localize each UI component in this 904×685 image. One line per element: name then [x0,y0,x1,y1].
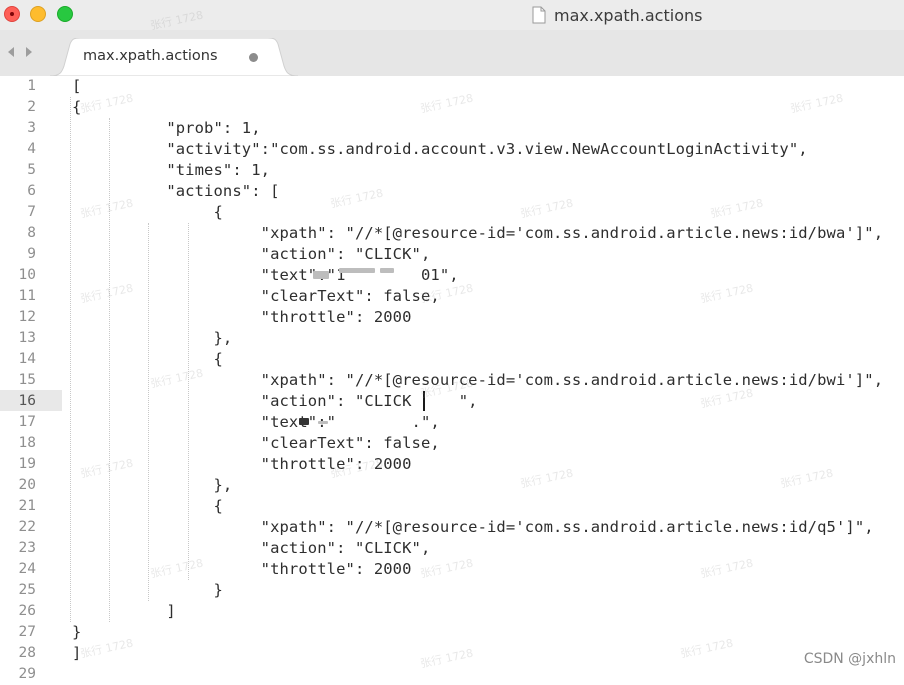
line-number: 8 [27,225,36,241]
tab-label: max.xpath.actions [83,48,218,64]
redaction-mark [318,421,328,424]
line-number: 9 [27,246,36,262]
code-line[interactable]: "activity":"com.ss.android.account.v3.vi… [72,139,808,160]
text-caret [423,391,425,411]
line-number: 23 [18,540,36,556]
code-line[interactable]: { [72,349,223,370]
redaction-mark [380,268,394,273]
code-editor[interactable]: 1 2 3 4 5 6 7 8 9 10 11 12 13 14 15 16 17 18 19 20 21 22 23 24 2… [0,76,904,682]
code-line[interactable]: ] [72,643,81,664]
line-number: 20 [18,477,36,493]
line-number: 13 [18,330,36,346]
code-line[interactable]: "xpath": "//*[@resource-id='com.ss.andro… [72,370,883,391]
line-number: 2 [27,99,36,115]
tab-navigation [5,44,35,58]
line-number: 15 [18,372,36,388]
line-number-gutter: 1 2 3 4 5 6 7 8 9 10 11 12 13 14 15 16 17 18 19 20 21 22 23 24 2… [0,76,62,682]
code-line[interactable]: "text":" .", [72,412,440,433]
line-number: 26 [18,603,36,619]
code-line[interactable]: "prob": 1, [72,118,261,139]
code-line[interactable]: "clearText": false, [72,433,440,454]
code-line[interactable]: } [72,622,81,643]
line-number: 28 [18,645,36,661]
tab-max-xpath-actions[interactable]: max.xpath.actions [50,38,298,76]
previous-tab-icon[interactable] [5,44,17,58]
csdn-credit: CSDN @jxhln [803,651,896,667]
line-number: 12 [18,309,36,325]
code-line[interactable]: "action": "CLICK ", [72,391,478,412]
line-number: 17 [18,414,36,430]
zoom-window-button[interactable] [57,6,73,22]
window-title: max.xpath.actions [532,4,702,26]
code-line[interactable]: }, [72,475,232,496]
code-line[interactable]: "action": "CLICK", [72,244,431,265]
code-line[interactable]: "throttle": 2000 [72,454,412,475]
code-line[interactable]: }, [72,328,232,349]
redaction-mark [313,271,329,279]
line-number: 6 [27,183,36,199]
code-line[interactable]: "throttle": 2000 [72,307,412,328]
line-number: 19 [18,456,36,472]
code-line[interactable]: "throttle": 2000 [72,559,412,580]
line-number: 21 [18,498,36,514]
next-tab-icon[interactable] [23,44,35,58]
minimize-window-button[interactable] [30,6,46,22]
code-line[interactable]: "times": 1, [72,160,270,181]
line-number: 16 [18,393,36,409]
code-line[interactable]: { [72,496,223,517]
redaction-mark [299,418,309,425]
indent-guide [70,97,71,622]
unsaved-dot-icon[interactable] [249,53,258,62]
line-number: 5 [27,162,36,178]
code-line[interactable]: "xpath": "//*[@resource-id='com.ss.andro… [72,223,883,244]
code-line[interactable]: [ [72,76,81,97]
line-number: 7 [27,204,36,220]
code-line[interactable]: "clearText": false, [72,286,440,307]
code-line[interactable]: { [72,97,81,118]
line-number: 14 [18,351,36,367]
code-line[interactable]: "actions": [ [72,181,280,202]
code-line[interactable]: "xpath": "//*[@resource-id='com.ss.andro… [72,517,874,538]
code-line[interactable]: ] [72,601,176,622]
tab-bar: max.xpath.actions [0,30,904,76]
line-number: 10 [18,267,36,283]
document-icon [532,6,546,24]
line-number: 3 [27,120,36,136]
redaction-mark [339,268,375,273]
line-number: 4 [27,141,36,157]
line-number: 22 [18,519,36,535]
close-window-button[interactable] [4,6,20,22]
title-bar: max.xpath.actions [0,0,904,30]
code-line[interactable]: { [72,202,223,223]
line-number: 18 [18,435,36,451]
line-number: 24 [18,561,36,577]
line-number: 25 [18,582,36,598]
code-line[interactable]: } [72,580,223,601]
window-title-text: max.xpath.actions [554,5,703,25]
code-line[interactable]: "text":"1 01", [72,265,459,286]
line-number: 1 [27,78,36,94]
line-number: 29 [18,666,36,682]
code-line[interactable]: "action": "CLICK", [72,538,431,559]
line-number: 27 [18,624,36,640]
line-number: 11 [18,288,36,304]
